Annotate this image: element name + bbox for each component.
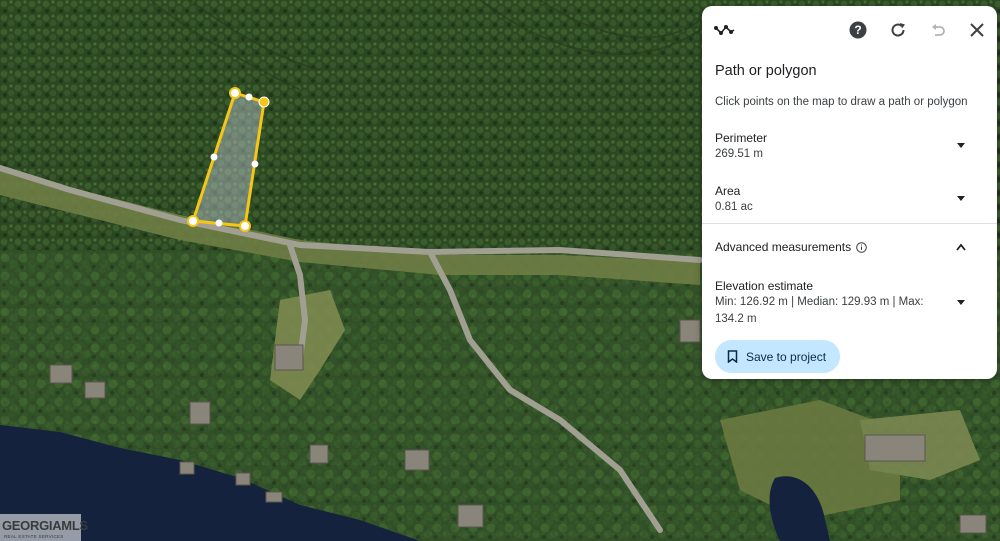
path-measure-icon [713,18,737,42]
close-icon[interactable] [965,18,989,42]
midpoint-handle [210,153,218,161]
vertex-handle [229,87,241,99]
info-icon[interactable] [856,241,867,253]
reset-icon[interactable] [886,18,910,42]
logo-brand: GEORGIAMLS [2,518,88,533]
midpoint-handle [251,160,259,168]
georgia-mls-logo: GEORGIAMLS REAL ESTATE SERVICES [0,514,88,541]
bookmark-icon [727,350,738,363]
instruction-text: Click points on the map to draw a path o… [715,96,968,108]
help-icon[interactable]: ? [846,18,870,42]
save-to-project-label: Save to project [746,349,827,364]
chevron-down-icon[interactable] [955,194,967,202]
area-label: Area [715,184,741,198]
vertex-handle-active [258,96,270,108]
save-to-project-button[interactable]: Save to project [715,340,841,373]
elevation-value: Min: 126.92 m | Median: 129.93 m | Max: … [715,296,924,325]
chevron-up-icon[interactable] [955,243,967,251]
vertex-handle [239,220,251,232]
elevation-label: Elevation estimate [715,279,814,293]
advanced-measurements-label: Advanced measurements [715,240,852,254]
vertex-handle [187,215,199,227]
undo-icon[interactable] [926,18,950,42]
advanced-measurements-header[interactable]: Advanced measurements [715,240,867,254]
perimeter-value: 269.51 m [715,148,763,160]
perimeter-label: Perimeter [715,131,768,145]
panel-title: Path or polygon [715,63,817,79]
section-divider [702,223,997,224]
area-value: 0.81 ac [715,201,753,213]
measure-panel: ? Path or polygon Click points on the ma… [702,6,997,379]
chevron-down-icon[interactable] [955,298,967,306]
midpoint-handle [215,219,223,227]
svg-text:?: ? [854,23,861,37]
logo-subtitle: REAL ESTATE SERVICES [4,534,64,539]
midpoint-handle [245,93,253,101]
chevron-down-icon[interactable] [955,141,967,149]
